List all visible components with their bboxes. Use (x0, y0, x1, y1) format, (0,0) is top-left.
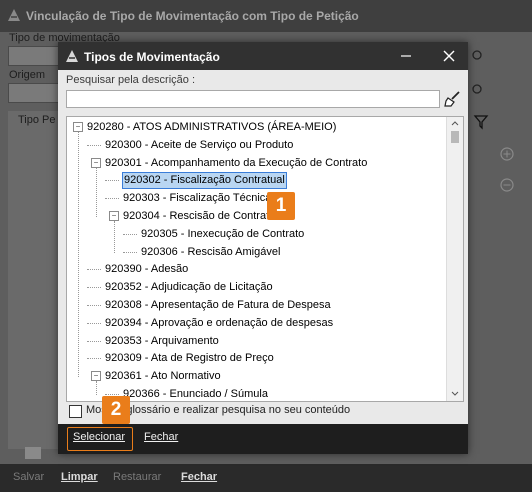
tree-collapse-toggle[interactable]: − (73, 122, 83, 132)
tree-collapse-toggle[interactable]: − (91, 371, 101, 382)
tree-item[interactable]: 920394 - Aprovação e ordenação de despes… (105, 316, 333, 331)
tree-branch-line (87, 358, 101, 360)
tree-item[interactable]: 920361 - Ato Normativo (105, 369, 221, 384)
close-icon[interactable] (442, 49, 456, 63)
tree-branch-line (87, 305, 101, 306)
tree-branch-line (105, 394, 119, 395)
back-window-title: Vinculação de Tipo de Movimentação com T… (26, 9, 359, 23)
scroll-down-icon[interactable] (451, 391, 459, 397)
callout-badge-2: 2 (102, 396, 130, 424)
tree-item[interactable]: 920305 - Inexecução de Contrato (141, 227, 304, 242)
tree-connector-line (96, 167, 97, 217)
tree-connector-line (78, 132, 79, 378)
tree-branch-line (105, 180, 119, 182)
dialog-footer: Selecionar Fechar (58, 424, 468, 454)
tree-item[interactable]: 920304 - Rescisão de Contrato (123, 209, 275, 224)
back-table-header: Tipo Pe (8, 111, 58, 130)
app-logo-icon (66, 50, 78, 62)
tree-branch-line (123, 233, 137, 235)
fechar-button[interactable]: Fechar (144, 431, 178, 443)
back-table-body (8, 129, 58, 449)
restaurar-button[interactable]: Restaurar (113, 471, 161, 483)
tree-scrollbar[interactable] (446, 117, 463, 401)
tree-branch-line (87, 269, 101, 271)
tree-collapse-toggle[interactable]: − (109, 211, 119, 221)
tree-branch-line (105, 198, 119, 200)
tree-branch-line (87, 340, 101, 342)
dialog-title: Tipos de Movimentação (84, 50, 220, 64)
tree-item[interactable]: 920280 - ATOS ADMINISTRATIVOS (ÁREA-MEIO… (87, 120, 336, 135)
tree-branch-line (123, 251, 137, 253)
tree-item[interactable]: 920353 - Arquivamento (105, 334, 219, 349)
tree-item[interactable]: 920390 - Adesão (105, 262, 188, 277)
tree-collapse-toggle[interactable]: − (91, 157, 101, 168)
tipo-movimentacao-input[interactable] (8, 46, 60, 66)
callout-badge-1: 1 (267, 192, 295, 220)
broom-clear-icon[interactable] (444, 90, 462, 108)
search-circle-icon[interactable] (471, 49, 483, 61)
tree-item[interactable]: 920352 - Adjudicação de Licitação (105, 280, 273, 295)
search-circle-icon-2[interactable] (471, 83, 483, 95)
origem-input[interactable] (8, 83, 60, 103)
tree-item-selected[interactable]: 920302 - Fiscalização Contratual (122, 172, 287, 190)
minimize-icon[interactable] (400, 50, 412, 62)
scroll-thumb[interactable] (451, 131, 459, 143)
dialog-titlebar: Tipos de Movimentação (58, 42, 468, 70)
remove-circle-icon[interactable] (499, 177, 515, 193)
tree-item[interactable]: 920306 - Rescisão Amigável (141, 245, 280, 260)
app-logo-icon (8, 9, 20, 21)
tree-item[interactable]: 920300 - Aceite de Serviço ou Produto (105, 138, 293, 153)
salvar-button[interactable]: Salvar (13, 471, 44, 483)
back-window-footer: Salvar Limpar Restaurar Fechar (0, 464, 532, 492)
tree-item[interactable]: 920303 - Fiscalização Técnica (123, 191, 271, 206)
tree-item[interactable]: 920308 - Apresentação de Fatura de Despe… (105, 298, 331, 313)
tree-connector-line (96, 381, 97, 395)
tree-item[interactable]: 920301 - Acompanhamento da Execução de C… (105, 156, 367, 171)
tree-item[interactable]: 920366 - Enunciado / Súmula (123, 387, 268, 401)
tree-branch-line (87, 322, 101, 324)
tree-item[interactable]: 920309 - Ata de Registro de Preço (105, 351, 274, 366)
tree-branch-line (87, 144, 101, 146)
tipos-movimentacao-dialog: Tipos de Movimentação Pesquisar pela des… (58, 42, 468, 454)
filter-icon[interactable] (473, 114, 489, 130)
tree-connector-line (114, 221, 115, 253)
scroll-up-icon[interactable] (451, 120, 459, 126)
tree-branch-line (87, 287, 101, 289)
tree-view[interactable]: −920280 - ATOS ADMINISTRATIVOS (ÁREA-MEI… (66, 116, 464, 402)
selecionar-button[interactable]: Selecionar (73, 431, 125, 443)
back-table-header-label: Tipo Pe (18, 114, 56, 126)
back-scroll-thumb[interactable] (25, 447, 41, 459)
limpar-button[interactable]: Limpar (61, 471, 98, 483)
search-input[interactable] (66, 90, 440, 108)
fechar-back-button[interactable]: Fechar (181, 471, 217, 483)
glossario-checkbox[interactable] (69, 405, 82, 418)
back-window-titlebar: Vinculação de Tipo de Movimentação com T… (0, 0, 532, 32)
origem-label: Origem (9, 69, 46, 81)
add-circle-icon[interactable] (499, 146, 515, 162)
search-label: Pesquisar pela descrição : (66, 74, 196, 86)
